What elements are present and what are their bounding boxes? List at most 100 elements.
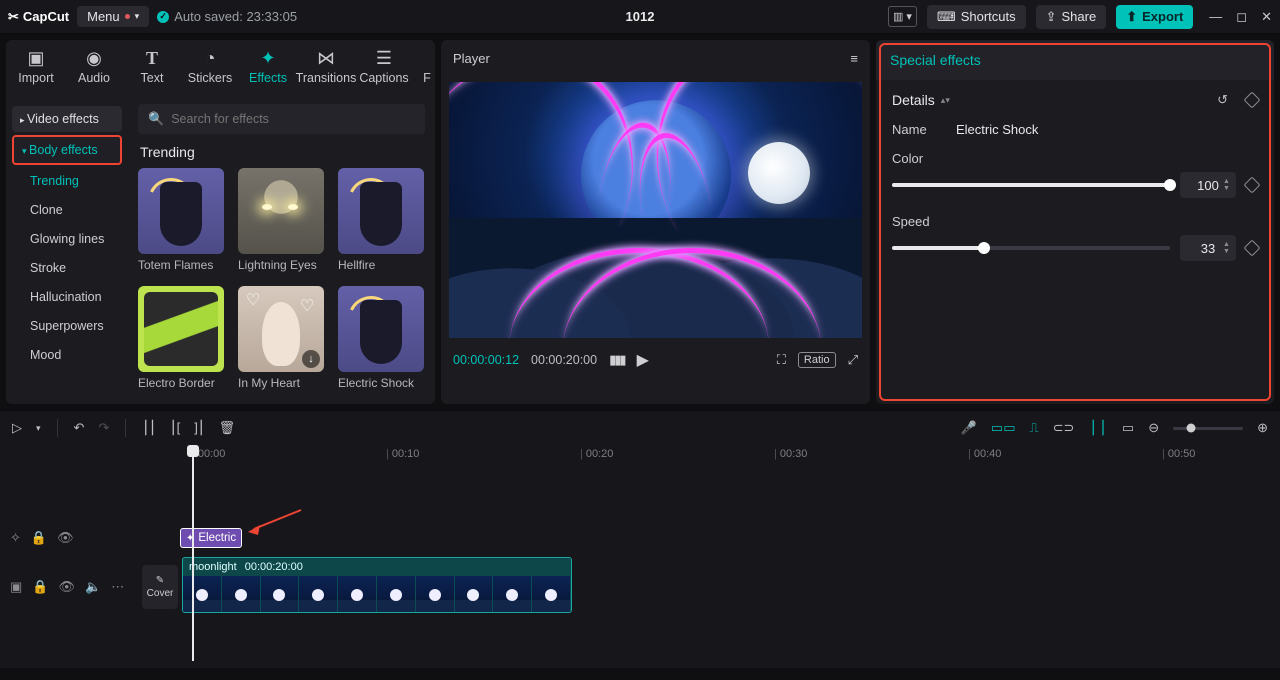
menu-label: Menu (87, 9, 120, 24)
effect-name: Electro Border (138, 376, 224, 390)
split-right-icon[interactable]: ]⎮ (194, 420, 204, 436)
playhead[interactable] (192, 445, 194, 661)
star-icon[interactable]: ✧ (10, 530, 21, 546)
color-slider[interactable] (892, 183, 1170, 187)
preview-axis-icon[interactable]: ⎪⎪ (1088, 420, 1108, 436)
magnet-main-icon[interactable]: ▭▭ (991, 420, 1016, 436)
keyframe-icon[interactable] (1244, 92, 1261, 109)
export-button[interactable]: ⬆ Export (1116, 5, 1193, 29)
clip-icon[interactable]: ▣ (10, 579, 22, 595)
zoom-out-icon[interactable]: ⊖ (1148, 420, 1159, 436)
reset-icon[interactable]: ↺ (1217, 92, 1228, 108)
speed-slider-row: 33▲▼ (892, 235, 1258, 261)
speed-value[interactable]: 33▲▼ (1180, 235, 1236, 261)
details-header[interactable]: Details ▴▾ ↺ (892, 92, 1258, 108)
close-button[interactable]: ✕ (1261, 9, 1272, 25)
split-left-icon[interactable]: ⎮[ (170, 420, 180, 436)
effect-card-electric-shock[interactable]: Electric Shock (338, 286, 424, 390)
more-icon[interactable]: ⋯ (111, 579, 124, 595)
minimize-button[interactable]: — (1209, 9, 1222, 25)
play-button[interactable]: ▶ (637, 350, 649, 370)
sidebar-item-stroke[interactable]: Stroke (12, 255, 122, 281)
tab-filters-partial[interactable]: F (422, 48, 432, 85)
timeline-ruler[interactable]: 00:00 00:10 00:20 00:30 00:40 00:50 (140, 445, 1268, 467)
keyframe-icon[interactable] (1244, 240, 1261, 257)
color-value[interactable]: 100▲▼ (1180, 172, 1236, 198)
tab-captions[interactable]: ☰Captions (364, 48, 404, 85)
import-icon: ▣ (27, 48, 44, 68)
sidebar-item-clone[interactable]: Clone (12, 197, 122, 223)
timeline-body[interactable]: 00:00 00:10 00:20 00:30 00:40 00:50 ✧ 🔒 … (0, 445, 1280, 669)
menu-button[interactable]: Menu ▾ (77, 6, 149, 27)
magnet-snap-icon[interactable]: ⎍ (1029, 420, 1038, 436)
transitions-icon: ⋈ (317, 48, 335, 68)
chevron-down-icon[interactable]: ▾ (36, 423, 41, 434)
ruler-tick: 00:30 (774, 448, 807, 460)
media-panel: ▣Import ◉Audio TText ◔Stickers ✦Effects … (6, 40, 435, 404)
player-panel: Player ≡ 00:00:00:12 00:00:20:00 ▮▮▮ ▶ ⛶… (441, 40, 870, 404)
color-slider-row: 100▲▼ (892, 172, 1258, 198)
lock-icon[interactable]: 🔒 (31, 530, 47, 546)
ratio-button[interactable]: Ratio (798, 352, 836, 368)
project-title[interactable]: 1012 (626, 9, 655, 24)
stepper-icon[interactable]: ▲▼ (1223, 174, 1233, 196)
columns-icon[interactable]: ▮▮▮ (609, 352, 624, 368)
fullscreen-icon[interactable]: ⤢ (848, 352, 858, 368)
slider-knob[interactable] (1164, 179, 1176, 191)
sidebar-body-effects[interactable]: Body effects (12, 135, 122, 165)
speed-slider[interactable] (892, 246, 1170, 250)
zoom-in-icon[interactable]: ⊕ (1257, 420, 1268, 436)
delete-icon[interactable]: 🗑 (219, 420, 236, 436)
sidebar-item-superpowers[interactable]: Superpowers (12, 313, 122, 339)
lock-icon[interactable]: 🔒 (32, 579, 48, 595)
redo-icon[interactable]: ↷ (98, 420, 109, 436)
sidebar-item-hallucination[interactable]: Hallucination (12, 284, 122, 310)
eye-icon[interactable]: 👁 (57, 530, 74, 546)
tab-text[interactable]: TText (132, 48, 172, 85)
tab-import[interactable]: ▣Import (16, 48, 56, 85)
sidebar-video-effects[interactable]: Video effects (12, 106, 122, 132)
link-icon[interactable]: ⊂⊃ (1053, 420, 1075, 436)
thumbnail-toggle-icon[interactable]: ▭ (1122, 420, 1134, 436)
shortcuts-button[interactable]: ⌨ Shortcuts (927, 5, 1026, 29)
cover-button[interactable]: ✎ Cover (142, 565, 178, 609)
zoom-slider[interactable] (1173, 427, 1243, 430)
sidebar-item-mood[interactable]: Mood (12, 342, 122, 368)
search-input[interactable] (171, 112, 415, 126)
selection-tool-icon[interactable]: ▷ (12, 420, 22, 436)
ruler-tick: 00:50 (1162, 448, 1195, 460)
effect-card-hellfire[interactable]: Hellfire (338, 168, 424, 272)
effect-card-electro-border[interactable]: Electro Border (138, 286, 224, 390)
prop-speed-label: Speed (892, 214, 944, 229)
player-menu-icon[interactable]: ≡ (850, 51, 858, 66)
frame-focus-icon[interactable]: ⛶ (777, 352, 786, 368)
check-icon: ✓ (157, 11, 169, 23)
layout-icon[interactable]: ▥ ▾ (888, 6, 917, 27)
share-button[interactable]: ⇪ Share (1036, 5, 1107, 29)
maximize-button[interactable]: ◻ (1236, 9, 1247, 25)
slider-knob[interactable] (978, 242, 990, 254)
tab-stickers[interactable]: ◔Stickers (190, 48, 230, 85)
tab-transitions[interactable]: ⋈Transitions (306, 48, 346, 85)
sidebar-item-glowing[interactable]: Glowing lines (12, 226, 122, 252)
sidebar-item-trending[interactable]: Trending (12, 168, 122, 194)
stepper-icon[interactable]: ▲▼ (1223, 237, 1233, 259)
effect-clip[interactable]: ✦ Electric (180, 528, 242, 548)
keyframe-icon[interactable] (1244, 177, 1261, 194)
eye-icon[interactable]: 👁 (58, 579, 75, 595)
mic-icon[interactable]: 🎤 (961, 420, 977, 436)
effect-card-totem-flames[interactable]: Totem Flames (138, 168, 224, 272)
player-viewport[interactable] (449, 82, 862, 338)
split-icon[interactable]: ⎮⎮ (142, 420, 156, 436)
chevron-down-icon: ▾ (135, 11, 140, 22)
tab-audio[interactable]: ◉Audio (74, 48, 114, 85)
effect-card-lightning-eyes[interactable]: Lightning Eyes (238, 168, 324, 272)
mute-icon[interactable]: 🔈 (85, 579, 101, 595)
video-clip[interactable]: moonlight 00:00:20:00 (182, 557, 572, 613)
tab-effects[interactable]: ✦Effects (248, 48, 288, 85)
effect-thumb (138, 286, 224, 372)
effects-search[interactable]: 🔍 (138, 104, 425, 134)
slider-knob[interactable] (1187, 424, 1196, 433)
effect-card-in-my-heart[interactable]: ↓In My Heart (238, 286, 324, 390)
undo-icon[interactable]: ↶ (74, 420, 85, 436)
